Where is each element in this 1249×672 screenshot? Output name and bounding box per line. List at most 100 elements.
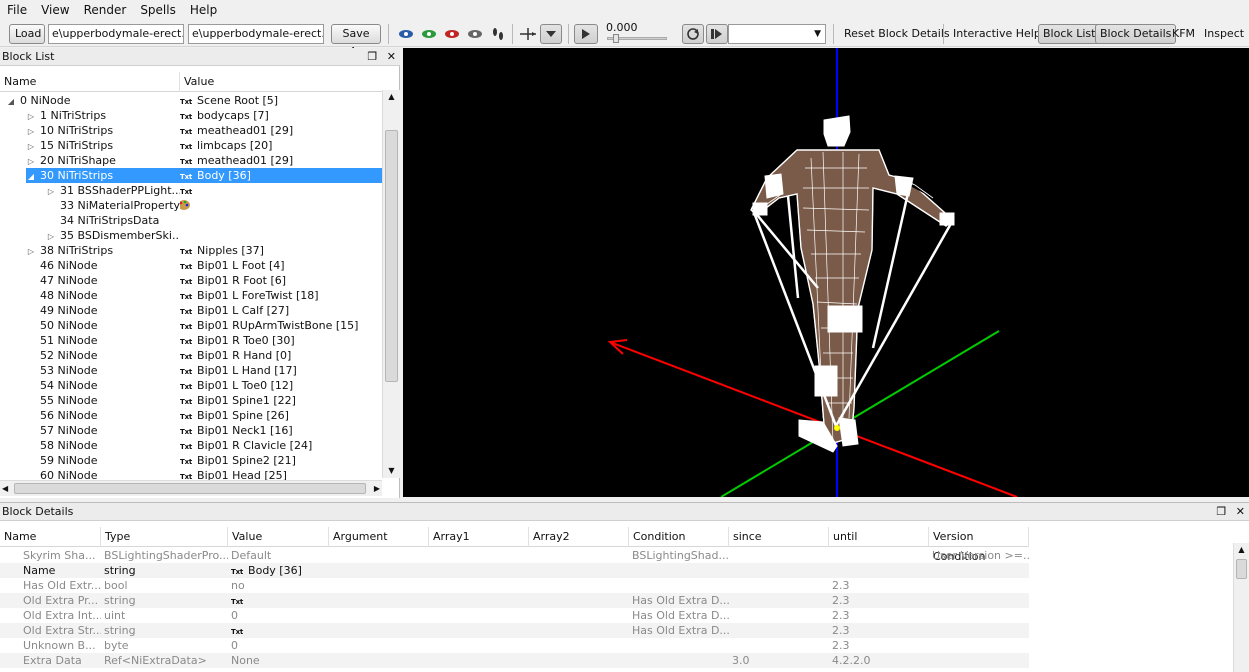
tree-row-name-cell: 49 NiNode	[26, 303, 180, 318]
collapsed-arrow-icon[interactable]: ▷	[26, 139, 36, 153]
step-icon[interactable]	[706, 24, 728, 44]
horizontal-scroll-thumb[interactable]	[14, 483, 366, 494]
details-cell-condition: Has Old Extra D...	[629, 623, 729, 638]
menu-view[interactable]: View	[34, 0, 76, 20]
menu-file[interactable]: File	[0, 0, 34, 20]
tree-row[interactable]: 52 NiNode Txt Bip01 R Hand [0]	[0, 348, 382, 363]
block-details-toggle[interactable]: Block Details	[1095, 24, 1177, 44]
collapsed-arrow-icon[interactable]: ▷	[46, 229, 56, 243]
render-viewport[interactable]	[403, 48, 1249, 497]
tree-row[interactable]: 47 NiNode Txt Bip01 R Foot [6]	[0, 273, 382, 288]
details-row[interactable]: Unknown B... byte 0 2.3	[0, 638, 1029, 653]
save-path-field[interactable]: e\upperbodymale-erect.nif	[188, 24, 324, 44]
column-header-name[interactable]: Name	[0, 527, 101, 547]
eye-green-icon[interactable]	[419, 24, 439, 44]
move-axes-icon[interactable]	[518, 24, 538, 44]
eye-gray-icon[interactable]	[465, 24, 485, 44]
close-icon[interactable]: ✕	[1236, 505, 1245, 518]
tree-row[interactable]: ▷ 1 NiTriStrips Txt bodycaps [7]	[0, 108, 382, 123]
tree-row[interactable]: 54 NiNode Txt Bip01 L Toe0 [12]	[0, 378, 382, 393]
eye-blue-icon[interactable]	[396, 24, 416, 44]
collapsed-arrow-icon[interactable]: ▷	[26, 244, 36, 258]
reset-block-details-button[interactable]: Reset Block Details	[840, 24, 954, 44]
expanded-arrow-icon[interactable]: ◢	[26, 169, 36, 183]
scroll-left-icon[interactable]: ◀	[2, 481, 8, 496]
menu-spells[interactable]: Spells	[133, 0, 183, 20]
close-icon[interactable]: ✕	[387, 50, 396, 63]
column-header-argument[interactable]: Argument	[329, 527, 429, 547]
eye-red-icon[interactable]	[442, 24, 462, 44]
footprints-icon[interactable]	[488, 24, 508, 44]
tree-row[interactable]: ▷ 10 NiTriStrips Txt meathead01 [29]	[0, 123, 382, 138]
column-header-value[interactable]: Value	[180, 72, 382, 92]
play-icon[interactable]	[574, 24, 598, 44]
tree-row[interactable]: 49 NiNode Txt Bip01 L Calf [27]	[0, 303, 382, 318]
tree-row[interactable]: ◢ 30 NiTriStrips Txt Body [36]	[0, 168, 382, 183]
menu-help[interactable]: Help	[183, 0, 224, 20]
details-row[interactable]: Name string Txt Body [36]	[0, 563, 1029, 578]
column-header-array2[interactable]: Array2	[529, 527, 629, 547]
column-header-until[interactable]: until	[829, 527, 929, 547]
tree-row-name-cell: 50 NiNode	[26, 318, 180, 333]
block-list-vertical-scrollbar[interactable]: ▲ ▼	[382, 90, 400, 478]
tree-row[interactable]: 57 NiNode Txt Bip01 Neck1 [16]	[0, 423, 382, 438]
column-header-type[interactable]: Type	[101, 527, 228, 547]
tree-row[interactable]: 48 NiNode Txt Bip01 L ForeTwist [18]	[0, 288, 382, 303]
tree-row[interactable]: 59 NiNode Txt Bip01 Spine2 [21]	[0, 453, 382, 468]
tree-row[interactable]: 51 NiNode Txt Bip01 R Toe0 [30]	[0, 333, 382, 348]
column-header-version-condition[interactable]: Version Condition	[929, 527, 1029, 563]
tree-row[interactable]: 50 NiNode Txt Bip01 RUpArmTwistBone [15]	[0, 318, 382, 333]
details-row[interactable]: Has Old Extr... bool no 2.3	[0, 578, 1029, 593]
details-row[interactable]: Old Extra Str... string Txt Has Old Extra D…	[0, 623, 1029, 638]
details-row[interactable]: Extra Data Ref<NiExtraData> None 3.0 4.2.2.0	[0, 653, 1029, 668]
animation-select[interactable]: ▼	[728, 24, 826, 44]
scroll-thumb[interactable]	[385, 130, 398, 382]
time-slider-handle[interactable]	[613, 34, 619, 43]
interactive-help-button[interactable]: Interactive Help	[949, 24, 1045, 44]
kfm-button[interactable]: KFM	[1168, 24, 1199, 44]
loop-icon[interactable]	[682, 24, 704, 44]
tree-row[interactable]: ▷ 15 NiTriStrips Txt limbcaps [20]	[0, 138, 382, 153]
scroll-up-icon[interactable]: ▲	[383, 90, 400, 104]
collapsed-arrow-icon[interactable]: ▷	[26, 124, 36, 138]
tree-row[interactable]: 46 NiNode Txt Bip01 L Foot [4]	[0, 258, 382, 273]
collapsed-arrow-icon[interactable]: ▷	[26, 154, 36, 168]
save-as-button[interactable]: Save As	[331, 24, 381, 58]
inspect-button[interactable]: Inspect	[1200, 24, 1248, 44]
float-panel-icon[interactable]: ❐	[367, 50, 377, 63]
tree-row[interactable]: ▷ 20 NiTriShape Txt meathead01 [29]	[0, 153, 382, 168]
view-dropdown-icon[interactable]	[540, 24, 562, 44]
collapsed-arrow-icon[interactable]: ▷	[46, 184, 56, 198]
block-list-toggle[interactable]: Block List	[1038, 24, 1101, 44]
load-button[interactable]: Load	[9, 24, 45, 44]
details-row[interactable]: Old Extra Pr... string Txt Has Old Extra D.…	[0, 593, 1029, 608]
details-row[interactable]: Skyrim Sha... BSLightingShaderPro... Defau…	[0, 548, 1029, 563]
scroll-down-icon[interactable]: ▼	[383, 464, 400, 478]
tree-row[interactable]: 33 NiMaterialProperty	[0, 198, 382, 213]
collapsed-arrow-icon[interactable]: ▷	[26, 109, 36, 123]
column-header-value[interactable]: Value	[228, 527, 329, 547]
load-path-field[interactable]: e\upperbodymale-erect.nif	[48, 24, 184, 44]
scroll-right-icon[interactable]: ▶	[374, 481, 380, 496]
expanded-arrow-icon[interactable]: ◢	[6, 94, 16, 108]
block-list-horizontal-scrollbar[interactable]: ◀ ▶	[0, 480, 382, 496]
column-header-name[interactable]: Name	[0, 72, 180, 92]
tree-row[interactable]: 53 NiNode Txt Bip01 L Hand [17]	[0, 363, 382, 378]
tree-row[interactable]: 55 NiNode Txt Bip01 Spine1 [22]	[0, 393, 382, 408]
details-vertical-scrollbar[interactable]: ▲	[1233, 543, 1249, 672]
scroll-thumb[interactable]	[1236, 559, 1247, 579]
column-header-condition[interactable]: Condition	[629, 527, 729, 547]
menu-render[interactable]: Render	[77, 0, 134, 20]
float-panel-icon[interactable]: ❐	[1216, 505, 1226, 518]
column-header-array1[interactable]: Array1	[429, 527, 529, 547]
column-header-since[interactable]: since	[729, 527, 829, 547]
tree-row[interactable]: ▷ 38 NiTriStrips Txt Nipples [37]	[0, 243, 382, 258]
tree-row[interactable]: ▷ 35 BSDismemberSki...	[0, 228, 382, 243]
tree-row[interactable]: 58 NiNode Txt Bip01 R Clavicle [24]	[0, 438, 382, 453]
tree-row[interactable]: ◢ 0 NiNode Txt Scene Root [5]	[0, 93, 382, 108]
tree-row[interactable]: ▷ 31 BSShaderPPLight... Txt	[0, 183, 382, 198]
tree-row[interactable]: 56 NiNode Txt Bip01 Spine [26]	[0, 408, 382, 423]
details-row[interactable]: Old Extra Int... uint 0 Has Old Extra D... 2…	[0, 608, 1029, 623]
tree-row[interactable]: 34 NiTriStripsData	[0, 213, 382, 228]
scroll-up-icon[interactable]: ▲	[1234, 543, 1249, 557]
